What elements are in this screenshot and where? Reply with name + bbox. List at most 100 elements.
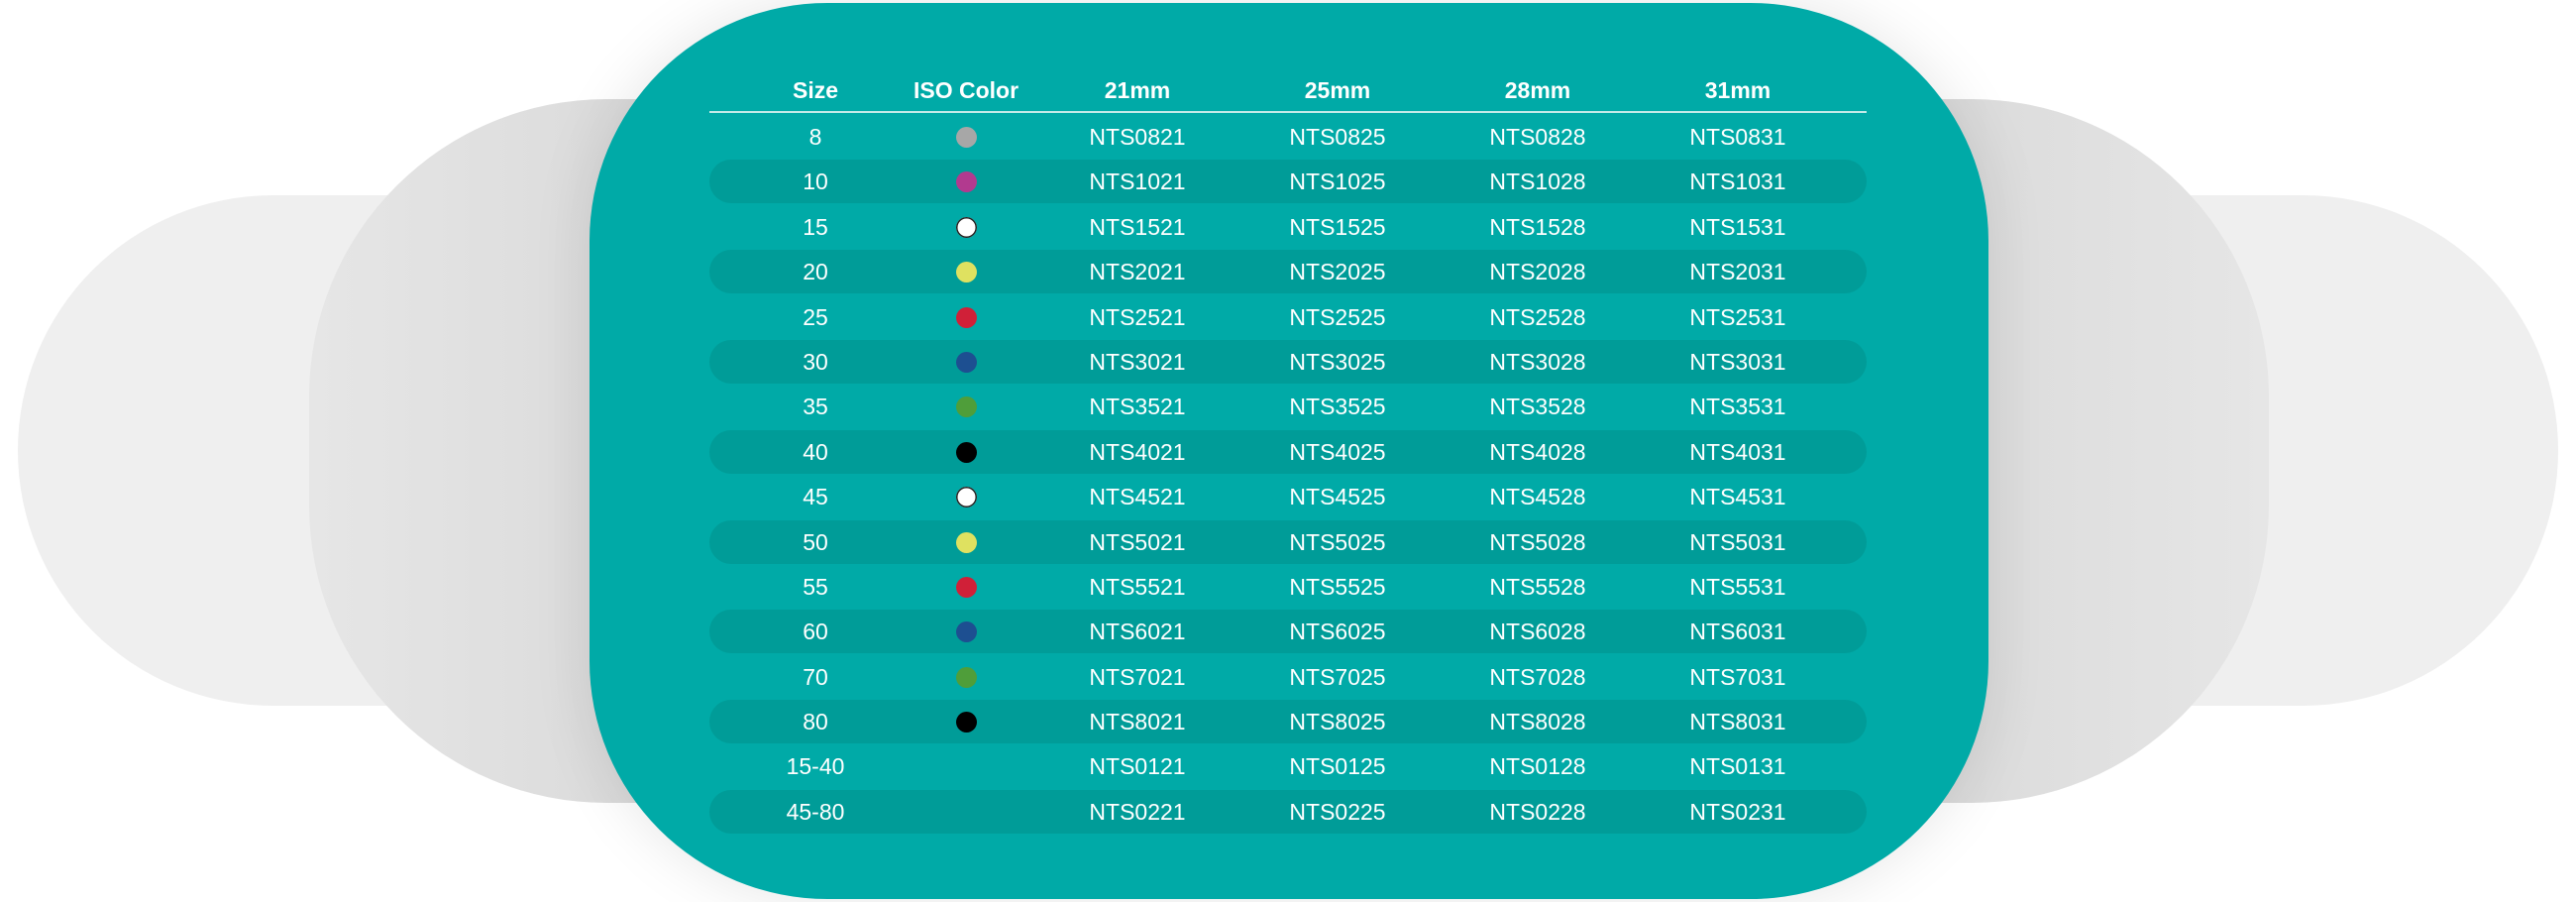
table-header-row: Size ISO Color 21mm 25mm 28mm 31mm	[709, 69, 1867, 111]
code-28mm-cell: NTS3528	[1489, 394, 1586, 420]
code-28mm-cell: NTS0228	[1489, 798, 1586, 825]
code-21mm-cell: NTS2521	[1089, 303, 1186, 330]
code-25mm-cell: NTS5025	[1289, 528, 1386, 555]
gray-dot-icon	[955, 127, 977, 148]
table-row: 60 NTS6021 NTS6025 NTS6028 NTS6031	[709, 610, 1867, 654]
size-cell: 60	[803, 619, 828, 645]
table-row: 8 NTS0821 NTS0825 NTS0828 NTS0831	[709, 115, 1867, 159]
code-31mm-cell: NTS4531	[1689, 484, 1786, 510]
red-dot-icon	[955, 306, 977, 328]
code-21mm-cell: NTS3021	[1089, 348, 1186, 375]
code-21mm-cell: NTS7021	[1089, 663, 1186, 690]
code-31mm-cell: NTS8031	[1689, 709, 1786, 735]
code-28mm-cell: NTS1528	[1489, 213, 1586, 240]
code-21mm-cell: NTS6021	[1089, 619, 1186, 645]
code-31mm-cell: NTS5531	[1689, 573, 1786, 600]
code-21mm-cell: NTS1521	[1089, 213, 1186, 240]
red-dot-icon	[955, 576, 977, 598]
green-dot-icon	[955, 396, 977, 418]
table-row: 45 NTS4521 NTS4525 NTS4528 NTS4531	[709, 475, 1867, 518]
size-cell: 40	[803, 438, 828, 465]
code-31mm-cell: NTS4031	[1689, 438, 1786, 465]
size-cell: 45	[803, 484, 828, 510]
yellow-dot-icon	[955, 262, 977, 283]
table-row: 45-80 NTS0221 NTS0225 NTS0228 NTS0231	[709, 789, 1867, 834]
code-25mm-cell: NTS0125	[1289, 753, 1386, 780]
code-21mm-cell: NTS5521	[1089, 573, 1186, 600]
code-21mm-cell: NTS8021	[1089, 709, 1186, 735]
size-cell: 15	[803, 213, 828, 240]
code-21mm-cell: NTS1021	[1089, 169, 1186, 195]
table-row: 20 NTS2021 NTS2025 NTS2028 NTS2031	[709, 250, 1867, 294]
table-row: 15 NTS1521 NTS1525 NTS1528 NTS1531	[709, 205, 1867, 249]
table-row: 10 NTS1021 NTS1025 NTS1028 NTS1031	[709, 160, 1867, 204]
table-body: 8 NTS0821 NTS0825 NTS0828 NTS0831 10 NTS1021 NT…	[709, 115, 1867, 834]
code-21mm-cell: NTS0121	[1089, 753, 1186, 780]
code-31mm-cell: NTS5031	[1689, 528, 1786, 555]
code-31mm-cell: NTS3531	[1689, 394, 1786, 420]
code-31mm-cell: NTS2531	[1689, 303, 1786, 330]
green-dot-icon	[955, 666, 977, 688]
code-31mm-cell: NTS1031	[1689, 169, 1786, 195]
size-cell: 20	[803, 259, 828, 285]
size-cell: 10	[803, 169, 828, 195]
code-28mm-cell: NTS3028	[1489, 348, 1586, 375]
code-28mm-cell: NTS2028	[1489, 259, 1586, 285]
code-21mm-cell: NTS4521	[1089, 484, 1186, 510]
code-28mm-cell: NTS6028	[1489, 619, 1586, 645]
size-cell: 8	[808, 124, 822, 150]
table-row: 50 NTS5021 NTS5025 NTS5028 NTS5031	[709, 519, 1867, 564]
code-28mm-cell: NTS5528	[1489, 573, 1586, 600]
code-25mm-cell: NTS1025	[1289, 169, 1386, 195]
header-size: Size	[792, 77, 839, 103]
code-21mm-cell: NTS0821	[1089, 124, 1186, 150]
code-25mm-cell: NTS4525	[1289, 484, 1386, 510]
yellow-dot-icon	[955, 531, 977, 553]
size-cell: 50	[803, 528, 828, 555]
table-row: 40 NTS4021 NTS4025 NTS4028 NTS4031	[709, 429, 1867, 474]
code-25mm-cell: NTS0825	[1289, 124, 1386, 150]
header-31mm: 31mm	[1704, 77, 1771, 103]
blue-dot-icon	[955, 351, 977, 373]
code-25mm-cell: NTS2525	[1289, 303, 1386, 330]
code-25mm-cell: NTS4025	[1289, 438, 1386, 465]
code-28mm-cell: NTS4028	[1489, 438, 1586, 465]
size-cell: 15-40	[786, 753, 845, 780]
code-25mm-cell: NTS7025	[1289, 663, 1386, 690]
size-cell: 35	[803, 394, 828, 420]
code-25mm-cell: NTS6025	[1289, 619, 1386, 645]
table-row: 55 NTS5521 NTS5525 NTS5528 NTS5531	[709, 565, 1867, 609]
code-21mm-cell: NTS3521	[1089, 394, 1186, 420]
code-28mm-cell: NTS5028	[1489, 528, 1586, 555]
code-25mm-cell: NTS8025	[1289, 709, 1386, 735]
size-cell: 70	[803, 663, 828, 690]
code-21mm-cell: NTS2021	[1089, 259, 1186, 285]
black-dot-icon	[955, 712, 977, 733]
code-28mm-cell: NTS8028	[1489, 709, 1586, 735]
table-row: 80 NTS8021 NTS8025 NTS8028 NTS8031	[709, 700, 1867, 744]
size-cell: 80	[803, 709, 828, 735]
table-row: 35 NTS3521 NTS3525 NTS3528 NTS3531	[709, 385, 1867, 428]
code-28mm-cell: NTS0128	[1489, 753, 1586, 780]
code-25mm-cell: NTS0225	[1289, 798, 1386, 825]
code-28mm-cell: NTS7028	[1489, 663, 1586, 690]
code-28mm-cell: NTS2528	[1489, 303, 1586, 330]
black-dot-icon	[955, 441, 977, 463]
code-31mm-cell: NTS3031	[1689, 348, 1786, 375]
code-31mm-cell: NTS2031	[1689, 259, 1786, 285]
size-cell: 45-80	[786, 798, 845, 825]
code-31mm-cell: NTS6031	[1689, 619, 1786, 645]
code-31mm-cell: NTS1531	[1689, 213, 1786, 240]
header-iso-color: ISO Color	[912, 77, 1020, 103]
code-21mm-cell: NTS5021	[1089, 528, 1186, 555]
code-25mm-cell: NTS1525	[1289, 213, 1386, 240]
code-25mm-cell: NTS5525	[1289, 573, 1386, 600]
table-row: 15-40 NTS0121 NTS0125 NTS0128 NTS0131	[709, 744, 1867, 788]
code-25mm-cell: NTS2025	[1289, 259, 1386, 285]
table-row: 25 NTS2521 NTS2525 NTS2528 NTS2531	[709, 295, 1867, 339]
header-divider	[709, 111, 1867, 113]
white-dot-icon	[955, 216, 977, 238]
table-row: 30 NTS3021 NTS3025 NTS3028 NTS3031	[709, 339, 1867, 384]
code-21mm-cell: NTS0221	[1089, 798, 1186, 825]
code-25mm-cell: NTS3525	[1289, 394, 1386, 420]
